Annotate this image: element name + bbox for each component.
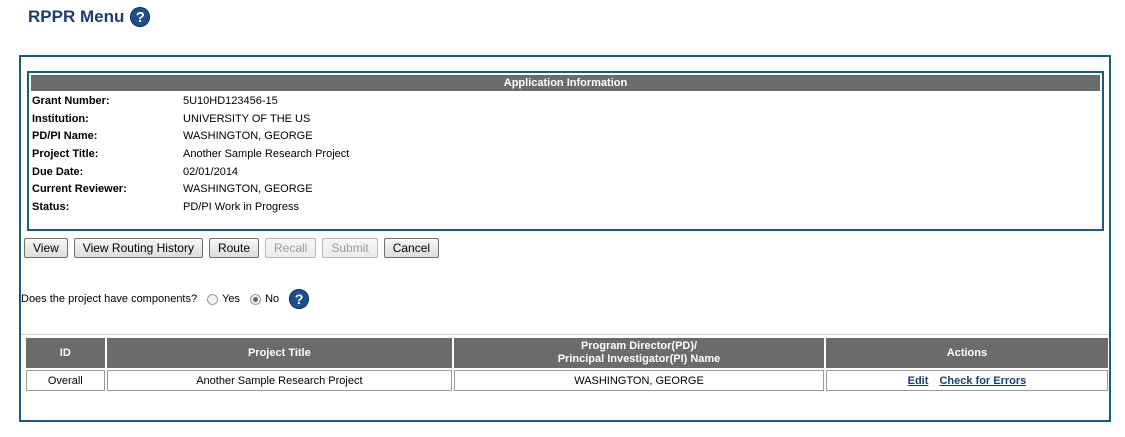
info-label: Project Title: bbox=[32, 148, 99, 160]
info-label: Institution: bbox=[32, 113, 89, 125]
components-yes-radio[interactable] bbox=[207, 293, 219, 305]
info-label: Status: bbox=[32, 201, 70, 213]
page-title: RPPR Menu ? bbox=[28, 6, 151, 28]
info-value-grant-number: 5U10HD123456-15 bbox=[183, 95, 278, 107]
column-header-actions: Actions bbox=[825, 338, 1108, 368]
column-header-project-title: Project Title bbox=[106, 338, 453, 368]
section-divider bbox=[21, 334, 1109, 335]
route-button[interactable]: Route bbox=[208, 238, 259, 258]
info-value-institution: UNIVERSITY OF THE US bbox=[183, 113, 311, 125]
components-yes-label[interactable]: Yes bbox=[222, 293, 240, 305]
cell-pd-pi-name: WASHINGTON, GEORGE bbox=[454, 370, 824, 391]
info-value-due-date: 02/01/2014 bbox=[183, 166, 239, 178]
components-table: ID Project Title Program Director(PD)/ P… bbox=[24, 336, 1110, 393]
view-button[interactable]: View bbox=[24, 238, 68, 258]
info-value-status: PD/PI Work in Progress bbox=[183, 201, 299, 213]
components-help-icon[interactable]: ? bbox=[289, 289, 310, 309]
components-no-label[interactable]: No bbox=[265, 293, 279, 305]
cell-project-title: Another Sample Research Project bbox=[106, 370, 453, 391]
table-header-row: ID Project Title Program Director(PD)/ P… bbox=[26, 338, 1108, 368]
view-routing-history-button[interactable]: View Routing History bbox=[73, 238, 203, 258]
column-header-id: ID bbox=[26, 338, 105, 368]
cancel-button[interactable]: Cancel bbox=[383, 238, 440, 258]
check-for-errors-link[interactable]: Check for Errors bbox=[939, 375, 1026, 387]
help-icon[interactable]: ? bbox=[130, 7, 151, 27]
info-label: PD/PI Name: bbox=[32, 130, 98, 142]
components-question: Does the project have components? Yes No… bbox=[21, 288, 310, 310]
submit-button[interactable]: Submit bbox=[322, 238, 378, 258]
action-toolbar: View View Routing History Route Recall S… bbox=[24, 238, 440, 258]
info-label: Grant Number: bbox=[32, 95, 110, 107]
table-row: Overall Another Sample Research Project … bbox=[26, 370, 1108, 391]
info-value-current-reviewer: WASHINGTON, GEORGE bbox=[183, 183, 313, 195]
cell-id: Overall bbox=[26, 370, 105, 391]
cell-actions: Edit Check for Errors bbox=[825, 370, 1108, 391]
components-question-label: Does the project have components? bbox=[21, 293, 198, 305]
info-label: Current Reviewer: bbox=[32, 183, 127, 195]
info-value-project-title: Another Sample Research Project bbox=[183, 148, 350, 160]
info-value-pd-pi-name: WASHINGTON, GEORGE bbox=[183, 130, 313, 142]
column-header-pd-pi-name: Program Director(PD)/ Principal Investig… bbox=[454, 338, 824, 368]
column-header-pd-pi-line1: Program Director(PD)/ bbox=[580, 340, 698, 352]
application-information-header: Application Information bbox=[31, 75, 1100, 91]
info-label: Due Date: bbox=[32, 166, 84, 178]
column-header-pd-pi-line2: Principal Investigator(PI) Name bbox=[557, 353, 721, 365]
components-no-radio[interactable] bbox=[250, 293, 262, 305]
recall-button[interactable]: Recall bbox=[265, 238, 317, 258]
edit-link[interactable]: Edit bbox=[908, 375, 929, 387]
page-title-text: RPPR Menu bbox=[28, 7, 125, 26]
